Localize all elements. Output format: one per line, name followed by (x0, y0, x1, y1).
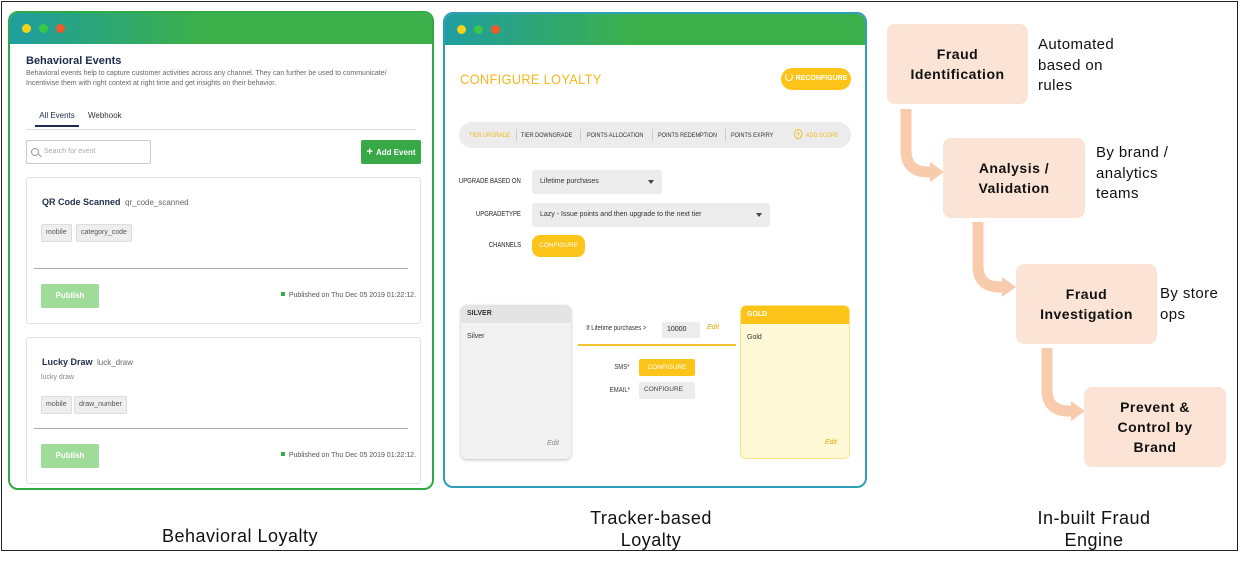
step-description: Automated based on rules (1038, 36, 1115, 94)
caption-behavioral: Behavioral Loyalty (161, 526, 319, 546)
step-label: Prevent & Control by Brand (1117, 399, 1193, 455)
flow-arrow-head (1002, 277, 1016, 297)
fraud-step-investigation: Fraud Investigation (1016, 264, 1157, 344)
step-label: Fraud Investigation (1040, 286, 1133, 322)
fraud-step-identification: Fraud Identification (887, 24, 1028, 104)
flow-arrow (1041, 348, 1073, 417)
caption-fraud-engine: In-built Fraud Engine (1037, 508, 1151, 550)
caption-tracker: Tracker-based Loyalty (590, 508, 712, 550)
flow-arrow (900, 109, 932, 178)
step-description: By brand / analytics teams (1096, 144, 1169, 202)
fraud-step-validation: Analysis / Validation (943, 138, 1085, 218)
step-description: By store ops (1160, 285, 1219, 323)
step-label: Fraud Identification (910, 46, 1005, 82)
flow-arrow (972, 222, 1004, 293)
flow-arrow-head (930, 162, 944, 182)
step-label: Analysis / Validation (978, 160, 1050, 196)
fraud-step-prevent: Prevent & Control by Brand (1084, 387, 1226, 467)
flow-arrow-head (1071, 401, 1085, 421)
